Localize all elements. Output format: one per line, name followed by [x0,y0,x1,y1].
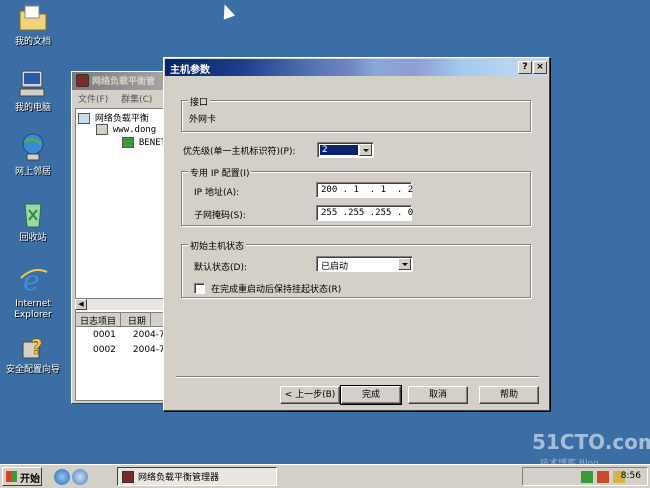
internet-explorer-icon: e [17,264,49,297]
tree-item-cluster[interactable]: www.dong [96,124,156,135]
internet-explorer-quicklaunch-icon[interactable] [54,469,70,485]
priority-label: 优先级(单一主机标识符)(P): [183,147,296,157]
button-separator [176,376,539,378]
subnet-mask-label: 子网掩码(S): [194,211,246,221]
cancel-button[interactable]: 取消 [408,386,468,404]
default-state-select[interactable]: 已启动 [316,256,413,272]
keep-suspended-label[interactable]: 在完成重启动后保持挂起状态(R) [211,282,341,295]
watermark-logo: 51CTO.com [532,430,650,454]
outlook-express-quicklaunch-icon[interactable] [72,469,88,485]
recycle-bin-icon [17,198,49,230]
svg-text:e: e [23,264,40,296]
finish-button[interactable]: 完成 [340,385,402,405]
chevron-down-icon[interactable] [398,258,411,270]
tree-horizontal-scrollbar[interactable]: ◀ [75,298,167,310]
dialog-title: 主机参数 [170,65,210,76]
nlb-app-icon [76,74,89,87]
security-tray-icon[interactable] [597,471,609,483]
desktop-icon-internet-explorer[interactable]: e Internet Explorer [0,264,66,321]
dialog-title-bar[interactable]: 主机参数 ? × [165,59,548,76]
cluster-tree[interactable]: 网络负载平衡 www.dong BENET [75,108,167,328]
desktop-icon-my-computer[interactable]: 我的电脑 [0,68,66,114]
dedicated-ip-legend: 专用 IP 配置(I) [188,166,252,179]
tree-item-root[interactable]: 网络负载平衡 [78,111,149,124]
interface-legend: 接口 [188,95,211,108]
windows-flag-icon [6,471,17,482]
desktop-icon-my-documents[interactable]: 我的文档 [0,2,66,48]
scroll-left-icon[interactable]: ◀ [75,299,87,310]
svg-text:?: ? [31,335,43,359]
priority-select[interactable]: 2 [317,142,374,158]
menu-bar: 文件(F) 群集(C) [72,90,168,106]
computer-icon [17,68,49,100]
desktop-icon-label: Internet Explorer [14,299,52,320]
interface-group: 接口 外网卡 [181,95,531,132]
log-column-date[interactable]: 日期 [124,313,151,327]
initial-host-state-group: 初始主机状态 默认状态(D): 已启动 在完成重启动后保持挂起状态(R) [181,239,531,298]
log-list[interactable]: 日志项目 日期 0001 2004-7- 0002 2004-7- [75,312,167,401]
desktop-icon-security-wizard[interactable]: ? 安全配置向导 [0,330,66,376]
menu-cluster[interactable]: 群集(C) [121,95,152,105]
close-button[interactable]: × [533,61,547,74]
log-header: 日志项目 日期 [76,313,166,327]
desktop-icon-label: 我的文档 [14,37,51,47]
desktop-icon-label: 安全配置向导 [5,365,60,375]
desktop-icon-label: 回收站 [19,233,47,243]
folder-icon [17,2,49,34]
network-places-icon [17,132,49,164]
help-button[interactable]: 帮助 [479,386,539,404]
keep-suspended-checkbox[interactable] [194,283,205,294]
system-tray: 8:56 [522,467,648,486]
nlb-app-icon [122,471,134,483]
tree-item-host[interactable]: BENET [122,137,166,148]
initial-state-legend: 初始主机状态 [188,239,247,252]
desktop-icon-label: 网上邻居 [14,167,51,177]
taskbar-item-label: 网络负载平衡管理器 [138,473,220,483]
desktop-icon-network[interactable]: 网上邻居 [0,132,66,178]
security-wizard-icon: ? [17,330,49,362]
desktop-icon-label: 我的电脑 [14,103,51,113]
subnet-mask-input[interactable]: 255 .255 .255 . 0 [316,205,413,221]
desktop-icon-recycle-bin[interactable]: 回收站 [0,198,66,244]
menu-file[interactable]: 文件(F) [78,95,108,105]
help-title-button[interactable]: ? [518,61,532,74]
nlb-manager-window[interactable]: 网络负载平衡管 文件(F) 群集(C) 网络负载平衡 www.dong BENE… [71,71,169,404]
log-column-item[interactable]: 日志项目 [76,313,122,327]
nlb-tree-icon [78,113,90,124]
dedicated-ip-group: 专用 IP 配置(I) IP 地址(A): 200 . 1 . 1 . 2 子网… [181,166,531,226]
ip-address-input[interactable]: 200 . 1 . 1 . 2 [316,182,413,198]
window-title-bar[interactable]: 网络负载平衡管 [72,72,168,90]
cluster-icon [96,124,108,135]
start-button[interactable]: 开始 [2,467,42,486]
taskbar-item-nlb-manager[interactable]: 网络负载平衡管理器 [117,467,277,486]
network-tray-icon[interactable] [581,471,593,483]
priority-value: 2 [320,145,358,155]
host-icon [122,137,134,148]
start-label: 开始 [20,474,40,485]
taskbar: 开始 网络负载平衡管理器 8:56 [0,464,650,488]
log-row[interactable]: 0002 2004-7- [76,342,166,357]
chevron-down-icon[interactable] [359,144,372,156]
log-row[interactable]: 0001 2004-7- [76,327,166,342]
window-title: 网络负载平衡管 [92,77,156,87]
clock[interactable]: 8:56 [621,471,641,481]
default-state-label: 默认状态(D): [194,263,247,273]
ip-address-label: IP 地址(A): [194,188,240,198]
mouse-cursor-icon [218,2,236,20]
back-button[interactable]: < 上一步(B) [280,386,340,404]
default-state-value: 已启动 [321,262,349,272]
interface-value: 外网卡 [189,115,217,125]
host-parameters-dialog[interactable]: 主机参数 ? × 接口 外网卡 优先级(单一主机标识符)(P): 2 专用 IP… [163,57,550,411]
